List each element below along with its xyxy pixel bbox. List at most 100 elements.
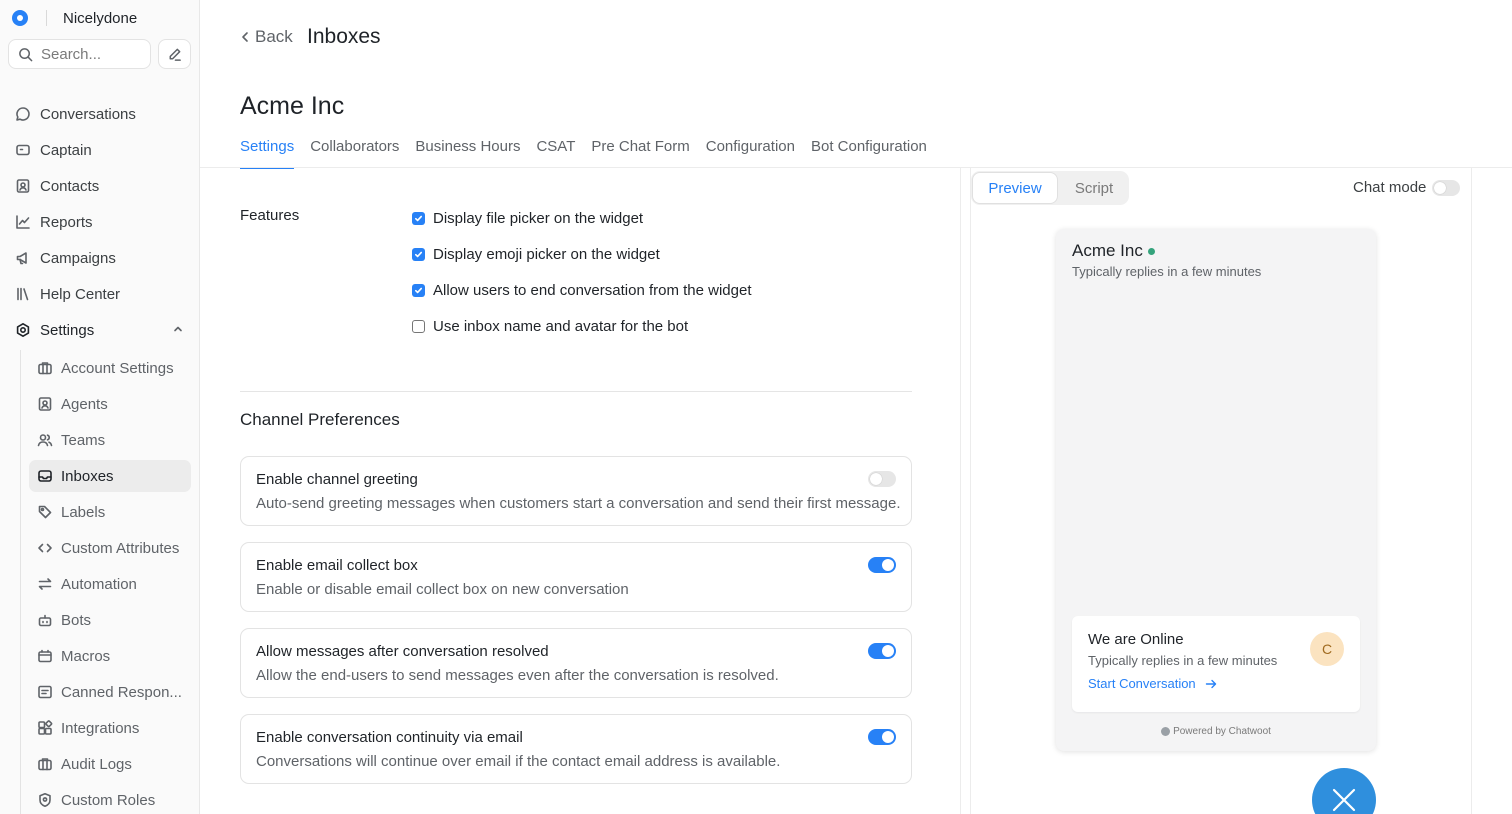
pref-description: Conversations will continue over email i…: [256, 753, 781, 770]
settings-item-label: Custom Attributes: [61, 539, 180, 557]
checkbox-checked[interactable]: [412, 284, 425, 297]
panel-divider: [960, 168, 961, 814]
arrow-right-icon: [1205, 679, 1216, 688]
script-tab[interactable]: Script: [1061, 172, 1127, 204]
tab-settings[interactable]: Settings: [240, 138, 295, 169]
chatwoot-logo-icon: [1161, 727, 1171, 736]
settings-item-account-settings[interactable]: Account Settings: [29, 352, 191, 384]
audit-icon: [37, 758, 52, 771]
sidebar-item-help-center[interactable]: Help Center: [8, 278, 192, 310]
powered-by[interactable]: Powered by Chatwoot: [1056, 726, 1376, 737]
preview-tab[interactable]: Preview: [972, 172, 1058, 204]
settings-item-audit-logs[interactable]: Audit Logs: [29, 748, 191, 780]
inbox-icon: [37, 470, 52, 482]
tab-pre-chat-form[interactable]: Pre Chat Form: [591, 138, 689, 168]
pref-channel-greeting: Enable channel greeting Auto-send greeti…: [240, 456, 912, 526]
sidebar-item-settings[interactable]: Settings: [8, 314, 192, 346]
settings-item-label: Automation: [61, 575, 137, 593]
sidebar-item-reports[interactable]: Reports: [8, 206, 192, 238]
allow-after-resolved-toggle[interactable]: [868, 643, 896, 659]
settings-item-automation[interactable]: Automation: [29, 568, 191, 600]
feature-file-picker[interactable]: Display file picker on the widget: [412, 210, 643, 227]
search-icon: [19, 47, 33, 61]
settings-item-custom-roles[interactable]: Custom Roles: [29, 784, 191, 814]
widget-name: Acme Inc: [1072, 241, 1143, 260]
sidebar-item-captain[interactable]: Captain: [8, 134, 192, 166]
tab-bot-configuration[interactable]: Bot Configuration: [811, 138, 927, 168]
widget-header: Acme Inc: [1072, 241, 1155, 261]
contacts-icon: [16, 179, 29, 193]
pref-email-continuity: Enable conversation continuity via email…: [240, 714, 912, 784]
settings-item-agents[interactable]: Agents: [29, 388, 191, 420]
pref-description: Auto-send greeting messages when custome…: [256, 495, 901, 512]
pref-description: Enable or disable email collect box on n…: [256, 581, 629, 598]
settings-item-inboxes[interactable]: Inboxes: [29, 460, 191, 492]
feature-label: Display emoji picker on the widget: [433, 246, 660, 263]
tab-business-hours[interactable]: Business Hours: [415, 138, 520, 168]
inbox-name: Acme Inc: [240, 92, 345, 120]
settings-item-canned-responses[interactable]: Canned Respon...: [29, 676, 191, 708]
pref-title: Enable channel greeting: [256, 471, 418, 488]
settings-item-labels[interactable]: Labels: [29, 496, 191, 528]
online-card-title: We are Online: [1088, 631, 1184, 648]
search-box[interactable]: [8, 39, 151, 69]
brand[interactable]: Nicelydone: [12, 8, 137, 28]
settings-item-teams[interactable]: Teams: [29, 424, 191, 456]
tab-csat[interactable]: CSAT: [536, 138, 575, 168]
start-conversation-label: Start Conversation: [1088, 676, 1196, 691]
settings-item-label: Integrations: [61, 719, 140, 737]
feature-emoji-picker[interactable]: Display emoji picker on the widget: [412, 246, 660, 263]
start-conversation-link[interactable]: Start Conversation: [1088, 676, 1218, 691]
brand-name: Nicelydone: [63, 9, 138, 27]
page-title: Inboxes: [307, 25, 381, 48]
pref-allow-after-resolved: Allow messages after conversation resolv…: [240, 628, 912, 698]
sidebar-item-label: Reports: [40, 213, 93, 231]
brand-logo-icon: [12, 10, 28, 26]
settings-item-custom-attributes[interactable]: Custom Attributes: [29, 532, 191, 564]
settings-item-macros[interactable]: Macros: [29, 640, 191, 672]
sidebar-item-campaigns[interactable]: Campaigns: [8, 242, 192, 274]
chart-line-icon: [15, 215, 30, 229]
compose-button[interactable]: [158, 39, 191, 69]
checkbox-checked[interactable]: [412, 212, 425, 225]
tab-collaborators[interactable]: Collaborators: [310, 138, 399, 168]
sidebar-item-label: Contacts: [40, 177, 100, 195]
settings-item-bots[interactable]: Bots: [29, 604, 191, 636]
pref-email-collect: Enable email collect box Enable or disab…: [240, 542, 912, 612]
email-collect-toggle[interactable]: [868, 557, 896, 573]
chat-mode-label: Chat mode: [1353, 179, 1427, 196]
feature-end-conversation[interactable]: Allow users to end conversation from the…: [412, 282, 752, 299]
automation-icon: [38, 578, 51, 590]
preview-segmented-control: Preview Script: [971, 171, 1129, 205]
chevron-up-icon[interactable]: [172, 323, 184, 335]
agent-icon: [38, 397, 51, 411]
feature-inbox-name-avatar[interactable]: Use inbox name and avatar for the bot: [412, 318, 688, 335]
macro-icon: [37, 649, 52, 663]
back-button[interactable]: Back: [238, 27, 293, 47]
integrations-icon: [37, 720, 52, 735]
settings-item-label: Labels: [61, 503, 106, 521]
powered-by-label: Powered by Chatwoot: [1173, 726, 1271, 737]
widget-preview: Acme Inc Typically replies in a few minu…: [1056, 229, 1376, 751]
sidebar-item-label: Captain: [40, 141, 92, 159]
checkbox-checked[interactable]: [412, 248, 425, 261]
sidebar-item-conversations[interactable]: Conversations: [8, 98, 192, 130]
chat-mode-toggle[interactable]: [1432, 180, 1460, 196]
settings-item-label: Account Settings: [61, 359, 174, 377]
feature-label: Use inbox name and avatar for the bot: [433, 318, 689, 335]
sidebar: Nicelydone Conversations Captain Contact…: [0, 0, 200, 814]
agent-avatar: C: [1310, 632, 1344, 666]
search-input[interactable]: [41, 45, 141, 63]
channel-greeting-toggle[interactable]: [868, 471, 896, 487]
tab-configuration[interactable]: Configuration: [706, 138, 795, 168]
checkbox-unchecked[interactable]: [412, 320, 425, 333]
pref-title: Allow messages after conversation resolv…: [256, 643, 549, 660]
sidebar-item-contacts[interactable]: Contacts: [8, 170, 192, 202]
megaphone-icon: [16, 252, 27, 265]
email-continuity-toggle[interactable]: [868, 729, 896, 745]
online-card-subtitle: Typically replies in a few minutes: [1088, 653, 1278, 668]
sidebar-item-label: Settings: [40, 321, 95, 339]
settings-item-integrations[interactable]: Integrations: [29, 712, 191, 744]
sidebar-item-label: Campaigns: [40, 249, 116, 267]
settings-item-label: Teams: [61, 431, 106, 449]
